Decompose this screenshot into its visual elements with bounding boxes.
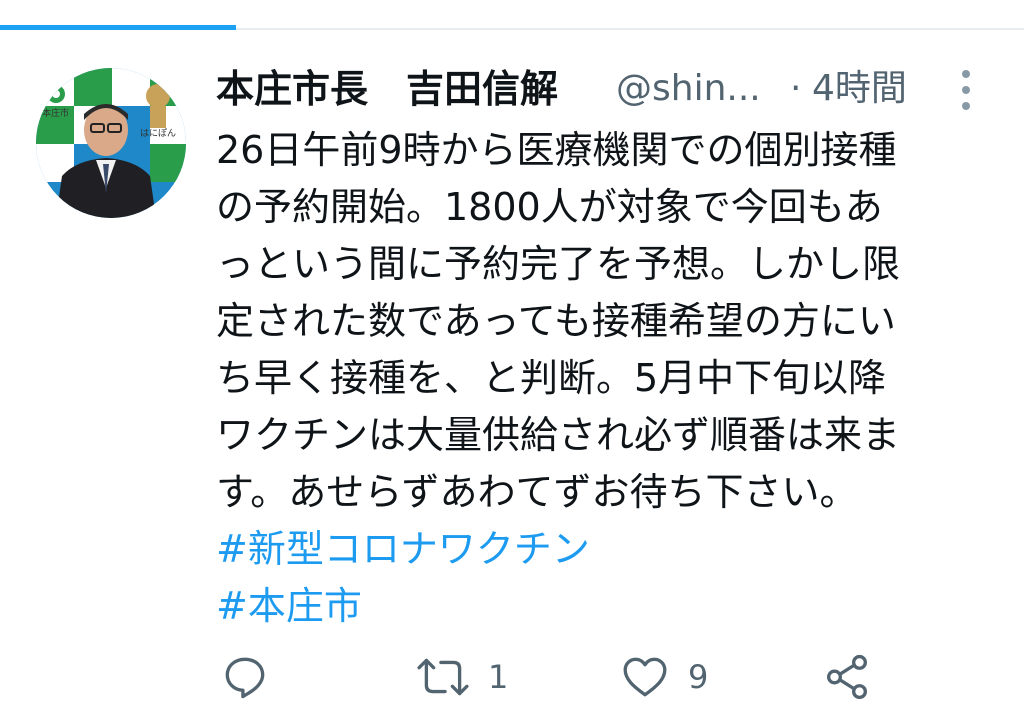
reply-icon xyxy=(225,657,265,699)
hashtag-link[interactable]: #新型コロナワクチン xyxy=(216,521,1006,578)
retweet-icon xyxy=(417,658,469,696)
share-icon xyxy=(827,654,867,700)
loading-progress-bar xyxy=(0,25,236,30)
tweet-text-line: の予約開始。1800人が対象で今回もあ xyxy=(216,185,883,229)
tweet-text-line: 定された数であっても接種希望の方にい xyxy=(216,299,896,343)
like-count: 9 xyxy=(688,658,709,696)
retweet-count: 1 xyxy=(488,658,509,696)
hashtag-link[interactable]: #本庄市 xyxy=(216,578,1006,635)
tweet-text-line: ワクチンは大量供給され必ず順番は来ま xyxy=(216,413,901,457)
tweet-timestamp[interactable]: 4時間 xyxy=(812,62,907,116)
tweet-text-line: 26日午前9時から医療機関での個別接種 xyxy=(216,128,897,172)
more-options-icon[interactable] xyxy=(956,70,976,110)
author-name[interactable]: 本庄市長 吉田信解 xyxy=(216,62,558,116)
author-handle[interactable]: @shin... xyxy=(616,62,761,116)
header-separator: · xyxy=(790,68,802,109)
heart-icon xyxy=(623,657,667,697)
avatar-badge-right: はにぽん xyxy=(140,129,177,139)
like-button[interactable]: 9 xyxy=(620,650,708,704)
share-button[interactable] xyxy=(822,650,872,704)
tweet-text-line: す。あせらずあわてずお待ち下さい。 xyxy=(216,470,858,514)
avatar-badge-left: 本庄市 xyxy=(42,109,70,119)
tweet-actions-bar: 1 9 xyxy=(216,650,936,704)
reply-button[interactable] xyxy=(220,650,270,704)
tweet-header: 本庄市長 吉田信解 @shin... · 4時間 xyxy=(216,62,996,116)
tweet-text-line: っという間に予約完了を予想。しかし限 xyxy=(216,242,901,286)
avatar[interactable]: 本庄市 はにぽん xyxy=(36,68,186,218)
tweet-text: 26日午前9時から医療機関での個別接種 の予約開始。1800人が対象で今回もあ … xyxy=(216,122,1006,635)
retweet-button[interactable]: 1 xyxy=(416,650,508,704)
tweet-text-line: ち早く接種を、と判断。5月中下旬以降 xyxy=(216,356,887,400)
avatar-photo xyxy=(36,68,186,218)
